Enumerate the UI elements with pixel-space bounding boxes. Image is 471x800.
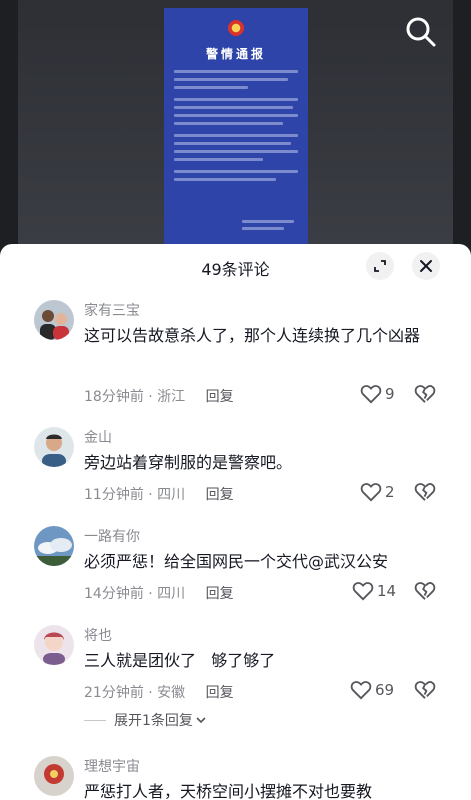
comment-username[interactable]: 金山 bbox=[84, 427, 112, 447]
avatar[interactable] bbox=[34, 427, 74, 467]
search-icon bbox=[406, 17, 436, 47]
reply-button[interactable]: 回复 bbox=[206, 487, 234, 503]
video-player[interactable]: 警情通报 bbox=[0, 0, 471, 262]
reply-button[interactable]: 回复 bbox=[206, 389, 234, 405]
comment-meta: 18分钟前 · 浙江 回复 bbox=[84, 386, 234, 406]
comment-meta: 21分钟前 · 安徽 回复 bbox=[84, 682, 234, 702]
reply-button[interactable]: 回复 bbox=[206, 685, 234, 701]
close-icon bbox=[420, 260, 432, 272]
broken-heart-icon bbox=[414, 582, 436, 600]
avatar[interactable] bbox=[34, 625, 74, 665]
broken-heart-icon bbox=[414, 483, 436, 501]
comment-text: 这可以告故意杀人了，那个人连续换了几个凶器 bbox=[84, 326, 421, 345]
comment-meta: 11分钟前 · 四川 回复 bbox=[84, 484, 234, 504]
dislike-button[interactable] bbox=[414, 581, 436, 605]
video-edge-right bbox=[453, 0, 471, 262]
dislike-button[interactable] bbox=[414, 482, 436, 506]
like-count: 14 bbox=[377, 582, 397, 600]
dislike-button[interactable] bbox=[414, 680, 436, 704]
comment-meta: 14分钟前 · 四川 回复 bbox=[84, 583, 234, 603]
avatar[interactable] bbox=[34, 526, 74, 566]
notice-title: 警情通报 bbox=[205, 47, 266, 61]
heart-icon bbox=[350, 681, 372, 700]
reply-button[interactable]: 回复 bbox=[206, 586, 234, 602]
broken-heart-icon bbox=[414, 385, 436, 403]
heart-icon bbox=[352, 582, 374, 601]
comment-time-location: 11分钟前 · 四川 bbox=[84, 487, 186, 503]
like-button[interactable]: 2 bbox=[360, 482, 395, 502]
comment-time-location: 14分钟前 · 四川 bbox=[84, 586, 186, 602]
police-notice-image: 警情通报 bbox=[164, 8, 308, 244]
search-button[interactable] bbox=[401, 12, 441, 52]
comments-count-title: 49条评论 bbox=[201, 260, 270, 279]
like-button[interactable]: 69 bbox=[350, 680, 394, 700]
avatar[interactable] bbox=[34, 756, 74, 796]
comment-username[interactable]: 将也 bbox=[84, 625, 112, 645]
comment-time-location: 18分钟前 · 浙江 bbox=[84, 389, 186, 405]
comment-text: 必须严惩！给全国网民一个交代@武汉公安 bbox=[84, 552, 389, 571]
avatar[interactable] bbox=[34, 300, 74, 340]
comment-time-location: 21分钟前 · 安徽 bbox=[84, 685, 186, 701]
like-button[interactable]: 9 bbox=[360, 384, 395, 404]
like-count: 69 bbox=[375, 681, 395, 699]
chevron-down-icon bbox=[196, 717, 206, 724]
comment-text: 旁边站着穿制服的是警察吧。 bbox=[84, 453, 293, 472]
heart-icon bbox=[360, 483, 382, 502]
broken-heart-icon bbox=[414, 681, 436, 699]
like-button[interactable]: 14 bbox=[352, 581, 396, 601]
comment-username[interactable]: 家有三宝 bbox=[84, 300, 140, 320]
dislike-button[interactable] bbox=[414, 384, 436, 408]
divider-dash bbox=[84, 719, 106, 721]
comment-text: 三人就是团伙了 够了够了 bbox=[84, 651, 276, 670]
police-emblem-icon bbox=[228, 20, 244, 36]
comment-username[interactable]: 理想宇宙 bbox=[84, 756, 140, 776]
expand-replies-button[interactable]: 展开1条回复 bbox=[84, 710, 207, 730]
like-count: 2 bbox=[385, 483, 395, 501]
fullscreen-comments-button[interactable] bbox=[366, 252, 394, 280]
like-count: 9 bbox=[385, 385, 395, 403]
comment-username[interactable]: 一路有你 bbox=[84, 526, 140, 546]
expand-replies-label: 展开1条回复 bbox=[114, 713, 193, 729]
video-edge-left bbox=[0, 0, 18, 262]
heart-icon bbox=[360, 385, 382, 404]
notice-signature bbox=[242, 216, 294, 230]
expand-icon bbox=[374, 260, 386, 272]
comment-text: 严惩打人者，天桥空间小摆摊不对也要教 bbox=[84, 782, 373, 800]
comments-sheet: 49条评论 家有三宝 这可以告故意杀人了，那个人连续换了几个凶器 18分钟前 ·… bbox=[0, 244, 471, 800]
close-comments-button[interactable] bbox=[412, 252, 440, 280]
